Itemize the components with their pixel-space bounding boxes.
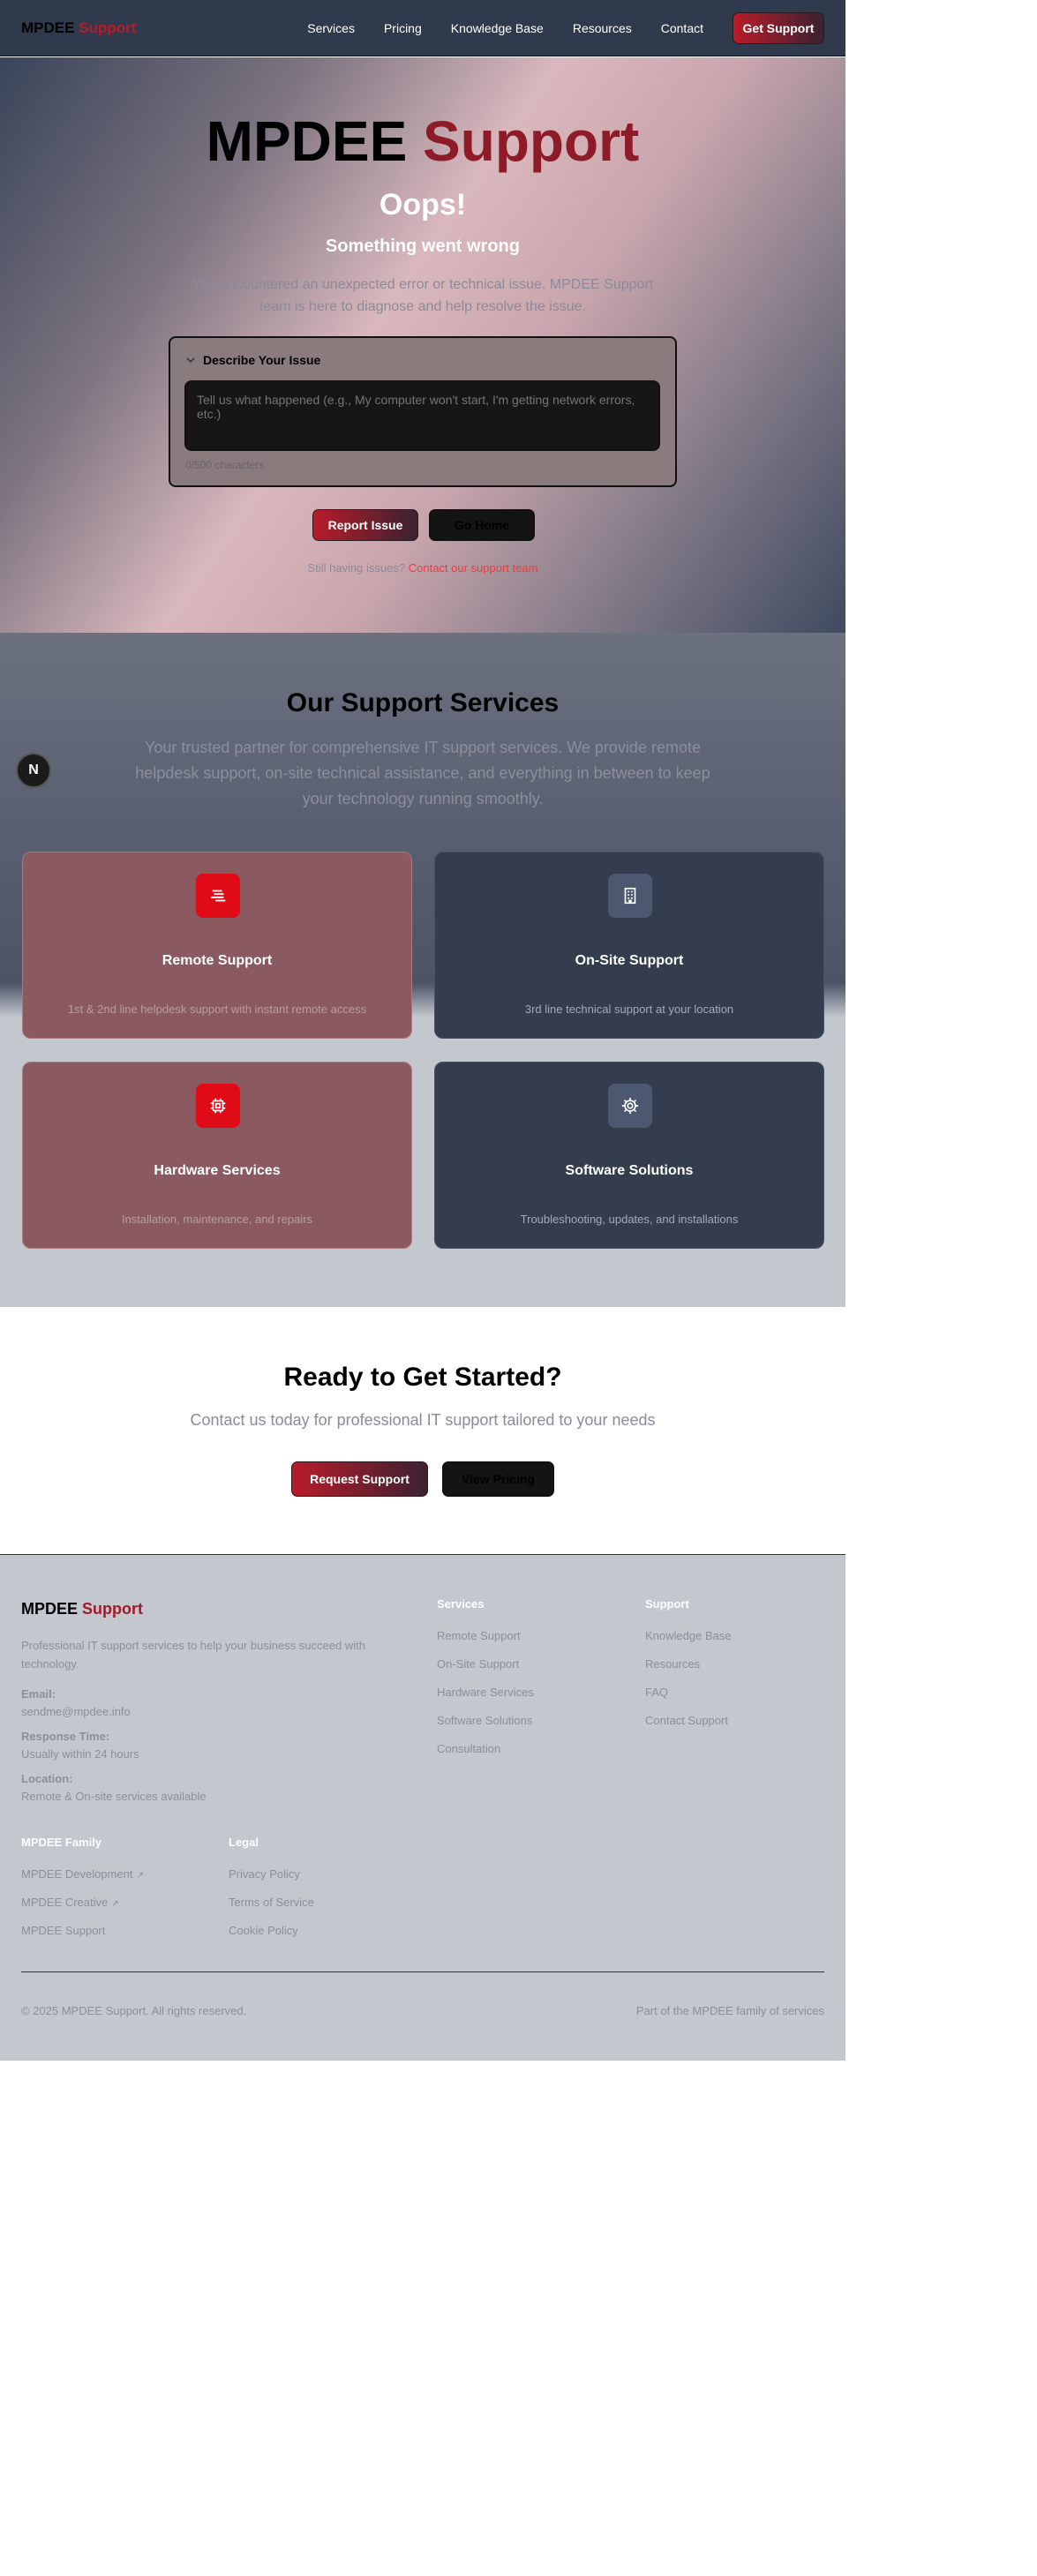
laptop-icon [196,874,240,918]
contact-support-link[interactable]: Contact our support team [409,561,538,575]
footer-brand-name: MPDEE [21,1600,79,1618]
error-subtitle: Something went wrong [326,237,520,256]
service-card-desc: Troubleshooting, updates, and installati… [520,1213,739,1226]
response-time-label: Response Time: [21,1730,110,1743]
cta-title: Ready to Get Started? [283,1363,562,1392]
footer-support-column: Support Knowledge Base Resources FAQ Con… [645,1597,732,1742]
footer-link-cookie-policy[interactable]: Cookie Policy [229,1924,314,1938]
external-link-icon: ↗ [136,1871,144,1881]
hero-title: MPDEE Support [0,109,845,174]
footer-link-privacy-policy[interactable]: Privacy Policy [229,1867,314,1881]
service-card-title: Remote Support [162,953,273,968]
footer-services-heading: Services [437,1597,485,1611]
service-card-title: On-Site Support [575,953,684,968]
footer-link-mpdee-creative[interactable]: MPDEE Creative ↗ [21,1896,144,1910]
footer-link-hardware-services[interactable]: Hardware Services [437,1686,534,1700]
footer-family-column: MPDEE Family MPDEE Development ↗ MPDEE Cr… [21,1836,144,1952]
brand-accent: Support [79,19,137,36]
external-link-icon: ↗ [111,1899,119,1909]
footer-link-faq[interactable]: FAQ [645,1686,732,1700]
footer-description: Professional IT support services to help… [21,1639,365,1671]
footer-support-heading: Support [645,1597,689,1611]
brand-name: MPDEE [21,19,75,36]
location-label: Location: [21,1772,73,1785]
footer-link-consultation[interactable]: Consultation [437,1742,534,1756]
report-issue-button[interactable]: Report Issue [312,509,418,541]
location-value: Remote & On-site services available [21,1790,207,1803]
request-support-button[interactable]: Request Support [291,1461,428,1497]
character-count: 0/500 characters [185,459,265,471]
email-value[interactable]: sendme@mpdee.info [21,1705,131,1718]
error-heading: Oops! [379,188,467,222]
floating-action-button[interactable]: N [16,753,51,788]
family-note: Part of the MPDEE family of services [635,2004,824,2017]
service-card-desc: Installation, maintenance, and repairs [121,1213,313,1226]
error-hero: MPDEE Support Oops! Something went wrong… [0,57,845,633]
footer-link-knowledge-base[interactable]: Knowledge Base [645,1629,732,1643]
footer-link-resources[interactable]: Resources [645,1657,732,1671]
hero-title-brand: MPDEE [206,109,408,173]
cta-section: Ready to Get Started? Contact us today f… [0,1307,845,1554]
footer-link-mpdee-support[interactable]: MPDEE Support [21,1924,144,1938]
service-card-remote-support[interactable]: Remote Support 1st & 2nd line helpdesk s… [22,852,412,1039]
copyright-text: © 2025 MPDEE Support. All rights reserve… [21,2004,247,2017]
still-issues-text: Still having issues? Contact our support… [0,561,845,575]
issue-panel-label: Describe Your Issue [203,353,321,367]
footer-link-contact-support[interactable]: Contact Support [645,1714,732,1728]
footer-link-terms-of-service[interactable]: Terms of Service [229,1896,314,1910]
link-label: MPDEE Creative [21,1896,109,1909]
nav-links: Services Pricing Knowledge Base Resource… [307,11,824,44]
footer-legal-heading: Legal [229,1836,259,1849]
chevron-down-icon [186,357,195,364]
issue-description-input[interactable] [184,380,660,451]
nav-link-knowledge-base[interactable]: Knowledge Base [451,21,544,35]
issue-report-panel: Describe Your Issue 0/500 characters [169,336,677,487]
brand-logo[interactable]: MPDEE Support [21,19,136,37]
service-card-desc: 3rd line technical support at your locat… [524,1003,734,1016]
still-issues-label: Still having issues? [307,561,406,575]
link-label: MPDEE Development [21,1867,133,1881]
footer-family-heading: MPDEE Family [21,1836,102,1849]
footer-services-column: Services Remote Support On-Site Support … [437,1597,534,1770]
view-pricing-button[interactable]: View Pricing [442,1461,554,1497]
nav-link-contact[interactable]: Contact [661,21,703,35]
service-card-hardware-services[interactable]: Hardware Services Installation, maintena… [22,1062,412,1249]
service-card-desc: 1st & 2nd line helpdesk support with ins… [67,1003,367,1016]
error-description: You encountered an unexpected error or t… [192,277,654,314]
service-card-title: Hardware Services [154,1163,281,1178]
service-card-title: Software Solutions [565,1163,694,1178]
footer-legal-column: Legal Privacy Policy Terms of Service Co… [229,1836,314,1952]
cta-text: Contact us today for professional IT sup… [190,1411,656,1429]
chip-icon [196,1084,240,1128]
support-services-section: N Our Support Services Your trusted part… [0,633,845,1307]
service-card-on-site-support[interactable]: On-Site Support 3rd line technical suppo… [434,852,824,1039]
go-home-button[interactable]: Go Home [429,509,535,541]
footer-link-on-site-support[interactable]: On-Site Support [437,1657,534,1671]
top-navbar: MPDEE Support Services Pricing Knowledge… [0,0,845,56]
footer-divider [21,1971,824,1972]
issue-panel-toggle[interactable]: Describe Your Issue [185,353,320,367]
footer-link-mpdee-development[interactable]: MPDEE Development ↗ [21,1867,144,1881]
services-lead: Your trusted partner for comprehensive I… [135,739,710,807]
site-footer: MPDEE Support Professional IT support se… [0,1554,845,2061]
footer-brand: MPDEE Support [21,1600,143,1618]
building-icon [608,874,652,918]
footer-brand-accent: Support [82,1600,144,1618]
nav-link-pricing[interactable]: Pricing [384,21,422,35]
services-title: Our Support Services [286,688,560,717]
email-label: Email: [21,1687,56,1701]
nav-link-resources[interactable]: Resources [573,21,632,35]
footer-link-remote-support[interactable]: Remote Support [437,1629,534,1643]
service-card-software-solutions[interactable]: Software Solutions Troubleshooting, upda… [434,1062,824,1249]
footer-link-software-solutions[interactable]: Software Solutions [437,1714,534,1728]
hero-title-accent: Support [423,109,640,173]
response-time-value: Usually within 24 hours [21,1747,139,1761]
gear-icon [608,1084,652,1128]
get-support-button[interactable]: Get Support [733,11,824,44]
nav-link-services[interactable]: Services [307,21,355,35]
